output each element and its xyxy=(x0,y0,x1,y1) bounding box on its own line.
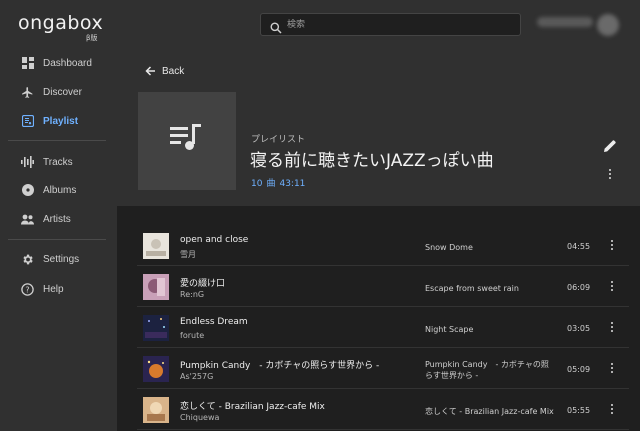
sidebar-item-label: Tracks xyxy=(43,156,73,168)
people-icon xyxy=(21,213,34,226)
track-duration: 06:09 xyxy=(567,283,591,292)
playlist-kind-label: プレイリスト xyxy=(251,135,306,145)
more-vert-icon xyxy=(609,240,615,251)
sidebar-item-label: Dashboard xyxy=(43,57,92,69)
track-artist[interactable]: forute xyxy=(180,331,204,340)
table-row[interactable]: Endless Dream forute Night Scape 03:05 xyxy=(137,308,629,348)
track-album[interactable]: Escape from sweet rain xyxy=(425,283,555,294)
track-more-button[interactable] xyxy=(609,240,615,252)
app-root: ongabox β版 Dashboard Discover Playlist T… xyxy=(0,0,640,431)
track-duration: 04:55 xyxy=(567,242,591,251)
avatar[interactable] xyxy=(597,14,619,36)
total-duration: 43:11 xyxy=(279,179,306,189)
playlist-meta: 10 曲 43:11 xyxy=(251,176,309,189)
track-title: Endless Dream xyxy=(180,317,248,327)
help-icon: ? xyxy=(21,282,34,296)
track-artwork xyxy=(143,274,169,300)
sidebar: ongabox β版 Dashboard Discover Playlist T… xyxy=(0,0,117,431)
more-vert-icon xyxy=(609,281,615,292)
sidebar-item-dashboard[interactable]: Dashboard xyxy=(0,52,117,74)
logo-beta-badge: β版 xyxy=(86,34,98,42)
track-more-button[interactable] xyxy=(609,363,615,375)
table-row[interactable]: Pumpkin Candy - カボチャの照らす世界から - As'257G P… xyxy=(137,349,629,389)
track-artwork xyxy=(143,356,169,382)
track-album[interactable]: Night Scape xyxy=(425,324,555,335)
gear-icon xyxy=(21,253,34,266)
playlist-title: 寝る前に聴きたいJAZZっぽい曲 xyxy=(250,151,494,171)
playlist-header: Back プレイリスト 寝る前に聴きたいJAZZっぽい曲 10 曲 43:11 xyxy=(117,48,640,206)
search-icon xyxy=(270,19,282,34)
sidebar-item-discover[interactable]: Discover xyxy=(0,81,117,103)
track-duration: 03:05 xyxy=(567,324,591,333)
more-vert-icon xyxy=(609,322,615,333)
edit-playlist-button[interactable] xyxy=(603,138,617,152)
track-duration: 05:55 xyxy=(567,406,591,415)
sidebar-item-label: Albums xyxy=(43,184,77,196)
sidebar-item-label: Playlist xyxy=(43,115,79,127)
playlist-music-icon xyxy=(170,124,201,150)
logo-text: ongabox xyxy=(18,12,104,34)
track-artist[interactable]: Chiquewa xyxy=(180,413,219,422)
app-logo[interactable]: ongabox β版 xyxy=(18,12,108,42)
sidebar-item-label: Help xyxy=(43,283,64,295)
sidebar-item-settings[interactable]: Settings xyxy=(0,248,117,270)
sidebar-item-label: Discover xyxy=(43,86,82,98)
track-title: 愛の綴け口 xyxy=(180,279,226,289)
track-artwork xyxy=(143,397,169,423)
track-count: 10 xyxy=(251,179,263,189)
track-artist[interactable]: 雪月 xyxy=(180,249,196,260)
waveform-icon xyxy=(21,156,34,169)
disc-icon xyxy=(21,184,34,197)
track-title: open and close xyxy=(180,235,249,245)
track-album[interactable]: 恋しくて - Brazilian Jazz-cafe Mix xyxy=(425,406,555,417)
sidebar-item-playlist[interactable]: Playlist xyxy=(0,110,117,132)
track-title: 恋しくて - Brazilian Jazz-cafe Mix xyxy=(180,402,325,412)
arrow-left-icon xyxy=(144,62,156,81)
track-artist[interactable]: As'257G xyxy=(180,372,213,381)
sidebar-item-label: Settings xyxy=(43,253,80,265)
search-box xyxy=(260,13,521,36)
sidebar-item-help[interactable]: ? Help xyxy=(0,278,117,300)
track-title: Pumpkin Candy - カボチャの照らす世界から - xyxy=(180,361,380,371)
playlist-more-button[interactable] xyxy=(606,169,614,183)
sidebar-item-albums[interactable]: Albums xyxy=(0,179,117,201)
track-duration: 05:09 xyxy=(567,365,591,374)
back-button[interactable]: Back xyxy=(144,62,184,81)
pencil-icon xyxy=(604,140,616,152)
more-vert-icon xyxy=(609,404,615,415)
table-row[interactable]: 愛の綴け口 Re:nG Escape from sweet rain 06:09 xyxy=(137,267,629,307)
track-more-button[interactable] xyxy=(609,322,615,334)
search-input[interactable] xyxy=(287,17,512,33)
track-album[interactable]: Snow Dome xyxy=(425,242,555,253)
playlist-icon xyxy=(21,115,34,128)
more-vert-icon xyxy=(606,169,614,180)
track-list: open and close 雪月 Snow Dome 04:55 愛の綴け口 … xyxy=(117,206,640,431)
track-artwork xyxy=(143,233,169,259)
track-more-button[interactable] xyxy=(609,281,615,293)
track-count-unit: 曲 xyxy=(266,179,276,189)
svg-text:?: ? xyxy=(25,285,29,294)
track-artwork xyxy=(143,315,169,341)
sidebar-item-label: Artists xyxy=(43,213,71,225)
top-bar xyxy=(117,0,640,48)
user-name-blurred[interactable] xyxy=(537,17,593,27)
playlist-cover xyxy=(138,92,236,190)
dashboard-icon xyxy=(21,57,34,70)
sidebar-item-tracks[interactable]: Tracks xyxy=(0,151,117,173)
more-vert-icon xyxy=(609,363,615,374)
track-album[interactable]: Pumpkin Candy - カボチャの照らす世界から - xyxy=(425,359,555,381)
sidebar-divider xyxy=(8,140,106,141)
table-row[interactable]: 恋しくて - Brazilian Jazz-cafe Mix Chiquewa … xyxy=(137,390,629,430)
sidebar-divider xyxy=(8,239,106,240)
airplane-icon xyxy=(21,86,34,99)
back-label: Back xyxy=(162,66,185,77)
table-row[interactable]: open and close 雪月 Snow Dome 04:55 xyxy=(137,226,629,266)
sidebar-item-artists[interactable]: Artists xyxy=(0,208,117,230)
track-more-button[interactable] xyxy=(609,404,615,416)
track-artist[interactable]: Re:nG xyxy=(180,290,204,299)
